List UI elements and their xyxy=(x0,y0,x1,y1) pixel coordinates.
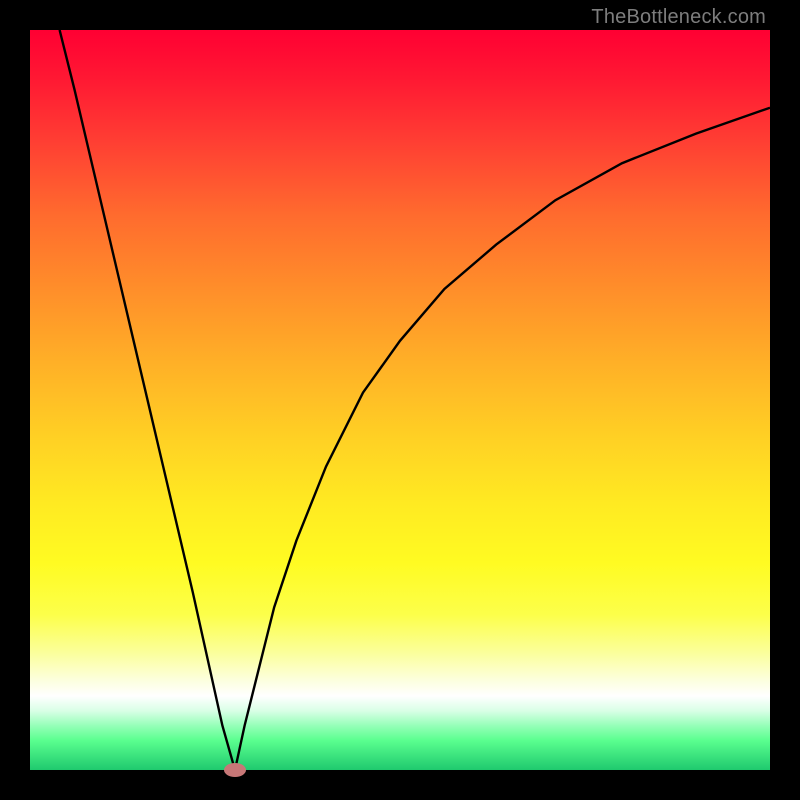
chart-frame: TheBottleneck.com xyxy=(0,0,800,800)
right-branch-path xyxy=(235,108,770,770)
curve-svg xyxy=(30,30,770,770)
plot-area xyxy=(30,30,770,770)
left-branch-path xyxy=(60,30,235,770)
minimum-marker xyxy=(224,763,246,777)
watermark-text: TheBottleneck.com xyxy=(591,6,766,29)
